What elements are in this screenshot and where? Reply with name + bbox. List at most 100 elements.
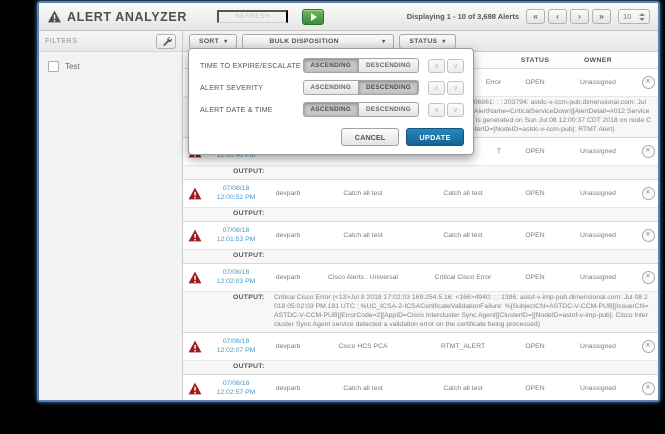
sort-dropdown-panel: TIME TO EXPIRE/ESCALATE ASCENDING DESCEN… <box>188 48 474 155</box>
sort-button[interactable]: SORT ▾ <box>189 33 238 49</box>
prev-page-button[interactable]: ‹ <box>548 9 567 24</box>
alert-row: 07/08/18 12:02:03 PM devparb Cisco Alert… <box>183 263 658 291</box>
filter-settings-button[interactable] <box>156 33 176 49</box>
output-label: OUTPUT: <box>233 167 265 175</box>
app-body: FILTERS Test SORT ▾ BULK DISPOSITION ▾ S… <box>39 31 658 400</box>
chevron-up-icon: ∧ <box>433 84 440 92</box>
alert-row: 07/08/18 12:01:53 PM devparb Catch all t… <box>183 221 658 249</box>
sort-criterion-row: ALERT DATE & TIME ASCENDING DESCENDING ∧… <box>200 102 464 117</box>
dismiss-alert-button[interactable]: ✕ <box>641 381 655 395</box>
alert-status: OPEN <box>525 384 545 392</box>
sort-direction-toggle: ASCENDING DESCENDING <box>302 80 419 95</box>
dismiss-alert-button[interactable]: ✕ <box>641 186 655 200</box>
dismiss-alert-button[interactable]: ✕ <box>641 228 655 242</box>
chevron-down-icon: ∨ <box>452 106 459 114</box>
alert-datetime-link[interactable]: 07/08/18 12:02:57 PM <box>207 379 265 398</box>
descending-button[interactable]: DESCENDING <box>359 102 419 117</box>
filters-header: FILTERS <box>39 31 182 52</box>
alert-warning-icon <box>183 271 207 284</box>
alert-status: OPEN <box>525 79 545 86</box>
filters-title: FILTERS <box>45 37 78 45</box>
alert-warning-icon <box>183 229 207 242</box>
warning-triangle-icon <box>48 10 61 23</box>
play-icon <box>310 12 317 21</box>
circle-x-icon: ✕ <box>645 342 651 349</box>
ascending-button[interactable]: ASCENDING <box>302 80 360 95</box>
sort-criterion-label: ALERT DATE & TIME <box>200 105 273 114</box>
chevron-down-icon: ∨ <box>452 62 459 70</box>
sort-direction-toggle: ASCENDING DESCENDING <box>302 58 419 73</box>
alert-status: OPEN <box>525 147 545 155</box>
run-button[interactable] <box>302 8 325 25</box>
alert-name-cell: Catch all test <box>443 231 483 239</box>
output-text: Critical Cisco Error (<13>Jul 8 2018 17:… <box>274 293 649 328</box>
caret-down-icon: ▾ <box>442 38 446 45</box>
alert-owner: Unassigned <box>580 273 616 281</box>
test-filter-checkbox[interactable] <box>48 61 59 72</box>
first-page-button[interactable]: « <box>526 9 545 24</box>
wrench-icon <box>162 36 172 46</box>
dismiss-alert-button[interactable]: ✕ <box>641 339 655 353</box>
pagination: « ‹ › » <box>526 9 611 24</box>
descending-button[interactable]: DESCENDING <box>359 80 419 95</box>
alert-status: OPEN <box>525 231 545 239</box>
alert-date: 07/08/18 <box>222 226 250 234</box>
alert-user: devparb <box>275 342 301 350</box>
last-page-button[interactable]: » <box>592 9 611 24</box>
output-label: OUTPUT: <box>233 209 265 217</box>
alert-user: devparb <box>275 189 301 197</box>
alert-output-row: OUTPUT: <box>183 359 658 375</box>
alert-status: OPEN <box>525 273 545 281</box>
status-button[interactable]: STATUS ▾ <box>399 33 456 49</box>
update-button[interactable]: UPDATE <box>406 128 464 146</box>
dismiss-alert-button[interactable]: ✕ <box>641 76 655 89</box>
move-up-button[interactable]: ∧ <box>428 80 445 95</box>
app-header: ALERT ANALYZER REFRESH Displaying 1 - 10… <box>39 3 658 31</box>
alert-user: devparb <box>275 273 301 281</box>
alert-datetime-link[interactable]: 07/08/18 12:01:53 PM <box>207 226 265 245</box>
refresh-button[interactable]: REFRESH <box>216 10 289 23</box>
displaying-text: Displaying 1 - 10 of 3,698 Alerts <box>406 12 519 21</box>
alert-type: Cisco Alerts : Universal <box>328 273 398 281</box>
header-right: Displaying 1 - 10 of 3,698 Alerts « ‹ › … <box>407 9 650 24</box>
alert-name-cell: RTMT_ALERT <box>440 342 486 350</box>
output-label: OUTPUT: <box>233 251 265 259</box>
move-down-button[interactable]: ∨ <box>447 102 464 117</box>
dismiss-alert-button[interactable]: ✕ <box>641 144 655 158</box>
alert-status: OPEN <box>525 189 545 197</box>
move-down-button[interactable]: ∨ <box>447 58 464 73</box>
filters-sidebar: FILTERS Test <box>39 31 183 400</box>
caret-down-icon: ▾ <box>224 38 228 45</box>
move-down-button[interactable]: ∨ <box>447 80 464 95</box>
chevron-up-icon: ∧ <box>433 106 440 114</box>
output-text: =206861: : : 203794: astdc-v-ccm-pub.dim… <box>466 99 652 133</box>
ascending-button[interactable]: ASCENDING <box>302 102 360 117</box>
ascending-button[interactable]: ASCENDING <box>302 58 360 73</box>
output-label: OUTPUT: <box>233 362 265 370</box>
alert-output-row: OUTPUT: <box>183 206 658 222</box>
alert-user: devparb <box>275 231 301 239</box>
priority-arrows: ∧ ∨ <box>428 80 464 95</box>
alert-time: 12:02:57 PM <box>216 389 256 397</box>
sort-button-label: SORT <box>199 37 220 45</box>
page-size-select[interactable]: 10 <box>618 9 650 24</box>
descending-button[interactable]: DESCENDING <box>359 58 419 73</box>
status-column-header: STATUS <box>520 56 550 64</box>
alert-datetime-link[interactable]: 07/08/18 12:02:07 PM <box>207 337 265 356</box>
alert-datetime-link[interactable]: 07/08/18 12:00:52 PM <box>207 184 265 203</box>
output-label: OUTPUT: <box>233 293 265 301</box>
next-page-button[interactable]: › <box>570 9 589 24</box>
priority-arrows: ∧ ∨ <box>428 58 464 73</box>
move-up-button[interactable]: ∧ <box>428 102 445 117</box>
circle-x-icon: ✕ <box>645 189 651 197</box>
alert-datetime-link[interactable]: 07/08/18 12:02:03 PM <box>207 268 265 287</box>
move-up-button[interactable]: ∧ <box>428 58 445 73</box>
alert-analyzer-window: ALERT ANALYZER REFRESH Displaying 1 - 10… <box>37 1 660 402</box>
bulk-disposition-button[interactable]: BULK DISPOSITION ▾ <box>242 33 395 49</box>
filter-item-test[interactable]: Test <box>39 52 182 81</box>
alert-name-cell: Catch all test <box>443 384 483 392</box>
cancel-button[interactable]: CANCEL <box>341 128 399 146</box>
sort-criterion-row: ALERT SEVERITY ASCENDING DESCENDING ∧ ∨ <box>200 80 464 95</box>
alert-type: Cisco HCS PCA <box>338 342 388 350</box>
dismiss-alert-button[interactable]: ✕ <box>641 270 655 284</box>
